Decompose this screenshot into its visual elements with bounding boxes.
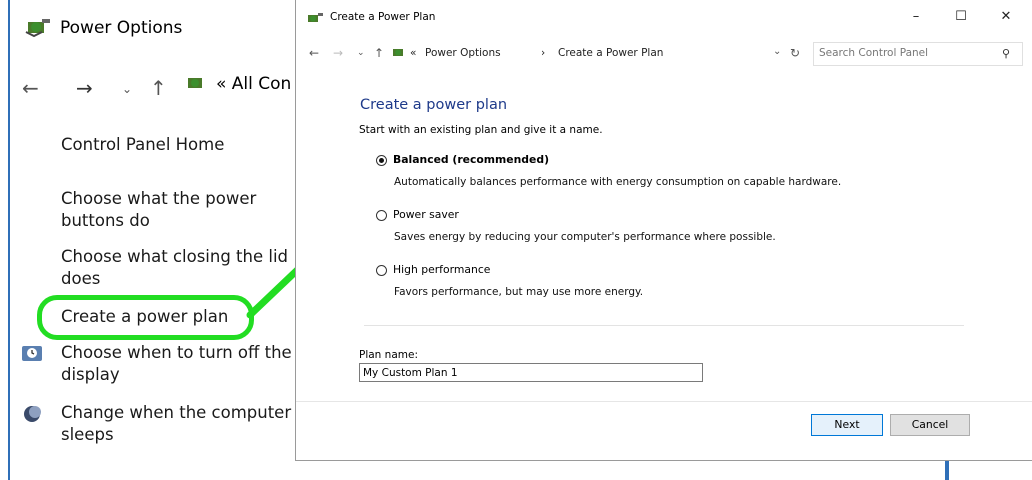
breadcrumb-power-icon: [393, 49, 403, 56]
link-sleep[interactable]: Change when the computer sleeps: [61, 402, 301, 446]
intro-text: Start with an existing plan and give it …: [359, 124, 603, 136]
link-label: Choose when to turn off the: [61, 343, 292, 362]
breadcrumb-prefix: «: [410, 47, 417, 59]
radio-high-performance[interactable]: [376, 265, 387, 276]
moon-icon: [24, 406, 41, 422]
window-border: [8, 0, 10, 480]
option-high-performance-label[interactable]: High performance: [393, 263, 490, 276]
divider: [364, 325, 964, 326]
footer-divider: [296, 401, 1032, 402]
window-title: Power Options: [60, 18, 183, 38]
option-balanced-label[interactable]: Balanced (recommended): [393, 153, 549, 166]
up-arrow-icon[interactable]: ↑: [150, 76, 167, 100]
minimize-button[interactable]: –: [896, 4, 936, 30]
address-bar-text[interactable]: « All Con: [216, 74, 291, 94]
back-arrow-icon[interactable]: ←: [309, 46, 319, 60]
forward-arrow-icon[interactable]: →: [76, 76, 93, 100]
power-options-icon: [25, 19, 50, 38]
link-label: Change when the computer: [61, 403, 292, 422]
power-options-icon: [308, 13, 323, 22]
back-arrow-icon[interactable]: ←: [22, 76, 39, 100]
link-label: Choose what the power: [61, 189, 257, 208]
address-power-icon: [188, 78, 202, 88]
breadcrumb-separator-icon[interactable]: ›: [541, 47, 545, 59]
create-power-plan-dialog: Create a Power Plan – ☐ ✕ ← → ⌄ ↑ « Powe…: [295, 0, 1032, 461]
link-display-off[interactable]: Choose when to turn off the display: [61, 342, 301, 386]
breadcrumb-create-power-plan[interactable]: Create a Power Plan: [558, 47, 663, 59]
maximize-button[interactable]: ☐: [941, 4, 981, 30]
radio-power-saver[interactable]: [376, 210, 387, 221]
up-arrow-icon[interactable]: ↑: [374, 46, 384, 60]
link-label-2: display: [61, 365, 120, 384]
page-heading: Create a power plan: [360, 97, 508, 113]
recent-dropdown-icon[interactable]: ⌄: [357, 48, 365, 58]
breadcrumb-power-options[interactable]: Power Options: [425, 47, 501, 59]
forward-arrow-icon[interactable]: →: [333, 46, 343, 60]
address-dropdown-icon[interactable]: ⌄: [773, 46, 781, 57]
option-high-performance-description: Favors performance, but may use more ene…: [394, 286, 644, 298]
option-power-saver-label[interactable]: Power saver: [393, 208, 459, 221]
dialog-title: Create a Power Plan: [330, 11, 436, 23]
clock-icon: [22, 346, 42, 361]
option-balanced-description: Automatically balances performance with …: [394, 176, 842, 188]
radio-balanced[interactable]: [376, 155, 387, 166]
plan-name-input[interactable]: [359, 363, 703, 382]
plan-name-label: Plan name:: [359, 349, 418, 361]
cancel-button[interactable]: Cancel: [890, 414, 970, 436]
close-button[interactable]: ✕: [986, 4, 1026, 30]
link-control-panel-home[interactable]: Control Panel Home: [61, 134, 301, 156]
search-placeholder: Search Control Panel: [819, 47, 929, 59]
search-icon[interactable]: ⚲: [1002, 47, 1010, 60]
link-label-2: sleeps: [61, 425, 114, 444]
next-button[interactable]: Next: [811, 414, 883, 436]
refresh-icon[interactable]: ↻: [790, 46, 800, 60]
highlight-callout: [37, 295, 254, 340]
option-power-saver-description: Saves energy by reducing your computer's…: [394, 231, 776, 243]
link-label: Control Panel Home: [61, 135, 225, 154]
recent-dropdown-icon[interactable]: ⌄: [122, 82, 132, 96]
